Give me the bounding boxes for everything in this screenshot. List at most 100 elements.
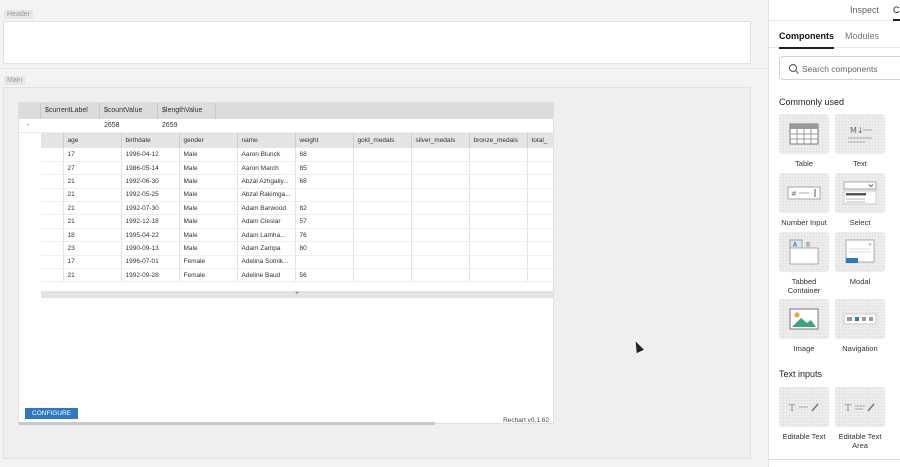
cell-gender[interactable]: Male: [179, 148, 238, 162]
outer-table-row[interactable]: - 2658 2659: [19, 119, 553, 133]
cell-gold-medals[interactable]: [353, 148, 412, 162]
collapse-toggle[interactable]: -: [19, 119, 41, 132]
cell-age[interactable]: 21: [63, 174, 122, 189]
table-row[interactable]: 17 1996-04-12 Male Aaron Blunck 68: [41, 148, 553, 162]
cell-silver-medals[interactable]: [411, 201, 470, 216]
outer-header-current-label[interactable]: $currentLabel: [41, 103, 100, 119]
search-box[interactable]: [779, 56, 900, 80]
cell-total[interactable]: [527, 214, 553, 229]
cell-silver-medals[interactable]: [411, 255, 470, 270]
tab-inspect[interactable]: Inspect: [850, 5, 879, 15]
cell-silver-medals[interactable]: [411, 241, 470, 256]
table-row[interactable]: 21 1992-12-18 Male Adam Cieslar 57: [41, 214, 553, 229]
table-row[interactable]: 23 1990-09-13 Male Adam Zampa 80: [41, 241, 553, 256]
component-table[interactable]: Table: [779, 114, 829, 168]
cell-age[interactable]: 21: [63, 188, 122, 203]
column-header-age[interactable]: age: [63, 133, 122, 148]
cell-gold-medals[interactable]: [353, 214, 412, 229]
cell-birthdate[interactable]: 1996-04-12: [121, 148, 180, 162]
cell-name[interactable]: Abzal Rakimga...: [237, 188, 296, 203]
column-header-silver-medals[interactable]: silver_medals: [411, 133, 470, 148]
table-row[interactable]: 21 1992-07-30 Male Adam Barwood 82: [41, 201, 553, 216]
component-tabbed-container[interactable]: A B Tabbed Container: [779, 232, 829, 295]
search-input[interactable]: [802, 61, 900, 76]
cell-weight[interactable]: 82: [295, 201, 354, 216]
cell-age[interactable]: 21: [63, 268, 122, 283]
component-select[interactable]: Select: [835, 173, 885, 227]
cell-total[interactable]: [527, 148, 553, 162]
cell-weight[interactable]: 68: [295, 174, 354, 189]
cell-gender[interactable]: Male: [179, 228, 238, 243]
column-header-gender[interactable]: gender: [179, 133, 238, 148]
table-row[interactable]: 21 1992-09-28 Female Adeline Baud 56: [41, 268, 553, 283]
cell-bronze-medals[interactable]: [469, 201, 528, 216]
cell-weight[interactable]: 85: [295, 161, 354, 176]
cell-name[interactable]: Adeline Baud: [237, 268, 296, 283]
cell-gender[interactable]: Male: [179, 161, 238, 176]
cell-weight[interactable]: [295, 255, 354, 270]
cell-age[interactable]: 27: [63, 161, 122, 176]
cell-total[interactable]: [527, 201, 553, 216]
tab-components-top[interactable]: C: [893, 5, 900, 21]
cell-gold-medals[interactable]: [353, 174, 412, 189]
cell-gold-medals[interactable]: [353, 201, 412, 216]
column-header-gold-medals[interactable]: gold_medals: [353, 133, 412, 148]
table-row[interactable]: 17 1996-07-01 Female Adelina Sotnik...: [41, 255, 553, 270]
cell-total[interactable]: [527, 228, 553, 243]
cell-bronze-medals[interactable]: [469, 174, 528, 189]
cell-name[interactable]: Abzal Azhgaliy...: [237, 174, 296, 189]
cell-birthdate[interactable]: 1995-04-22: [121, 228, 180, 243]
horizontal-scrollbar[interactable]: [19, 422, 435, 425]
cell-gold-medals[interactable]: [353, 241, 412, 256]
cell-weight[interactable]: 76: [295, 228, 354, 243]
cell-bronze-medals[interactable]: [469, 148, 528, 162]
cell-birthdate[interactable]: 1992-09-28: [121, 268, 180, 283]
cell-total[interactable]: [527, 174, 553, 189]
cell-birthdate[interactable]: 1992-05-25: [121, 188, 180, 203]
expand-marker[interactable]: +: [295, 291, 299, 297]
cell-name[interactable]: Adelina Sotnik...: [237, 255, 296, 270]
cell-weight[interactable]: 68: [295, 148, 354, 162]
cell-bronze-medals[interactable]: [469, 214, 528, 229]
cell-bronze-medals[interactable]: [469, 268, 528, 283]
cell-bronze-medals[interactable]: [469, 161, 528, 176]
tab-components[interactable]: Components: [779, 31, 834, 49]
cell-age[interactable]: 17: [63, 148, 122, 162]
cell-birthdate[interactable]: 1986-05-14: [121, 161, 180, 176]
cell-total[interactable]: [527, 188, 553, 203]
cell-name[interactable]: Adam Cieslar: [237, 214, 296, 229]
table-row[interactable]: 18 1995-04-22 Male Adam Lamha... 76: [41, 228, 553, 243]
cell-age[interactable]: 21: [63, 214, 122, 229]
cell-gender[interactable]: Male: [179, 201, 238, 216]
cell-weight[interactable]: 57: [295, 214, 354, 229]
cell-name[interactable]: Aaron Blunck: [237, 148, 296, 162]
column-header-name[interactable]: name: [237, 133, 296, 148]
cell-age[interactable]: 17: [63, 255, 122, 270]
cell-bronze-medals[interactable]: [469, 228, 528, 243]
cell-birthdate[interactable]: 1996-07-01: [121, 255, 180, 270]
cell-silver-medals[interactable]: [411, 174, 470, 189]
cell-name[interactable]: Adam Barwood: [237, 201, 296, 216]
cell-gender[interactable]: Female: [179, 268, 238, 283]
cell-weight[interactable]: 80: [295, 241, 354, 256]
cell-bronze-medals[interactable]: [469, 241, 528, 256]
cell-bronze-medals[interactable]: [469, 188, 528, 203]
column-header-birthdate[interactable]: birthdate: [121, 133, 180, 148]
cell-gender[interactable]: Male: [179, 174, 238, 189]
cell-silver-medals[interactable]: [411, 214, 470, 229]
cell-gender[interactable]: Female: [179, 255, 238, 270]
cell-gender[interactable]: Male: [179, 188, 238, 203]
cell-gold-medals[interactable]: [353, 188, 412, 203]
cell-silver-medals[interactable]: [411, 188, 470, 203]
component-editable-text-area[interactable]: T Editable Text Area: [835, 387, 885, 450]
component-modal[interactable]: × Modal: [835, 232, 885, 286]
component-navigation[interactable]: Navigation: [835, 299, 885, 353]
table-row[interactable]: 27 1986-05-14 Male Aaron March 85: [41, 161, 553, 176]
cell-total[interactable]: [527, 268, 553, 283]
column-header-total[interactable]: total_: [527, 133, 553, 148]
cell-silver-medals[interactable]: [411, 268, 470, 283]
cell-total[interactable]: [527, 241, 553, 256]
cell-gold-medals[interactable]: [353, 255, 412, 270]
cell-silver-medals[interactable]: [411, 228, 470, 243]
table-row[interactable]: 21 1992-05-25 Male Abzal Rakimga...: [41, 188, 553, 203]
